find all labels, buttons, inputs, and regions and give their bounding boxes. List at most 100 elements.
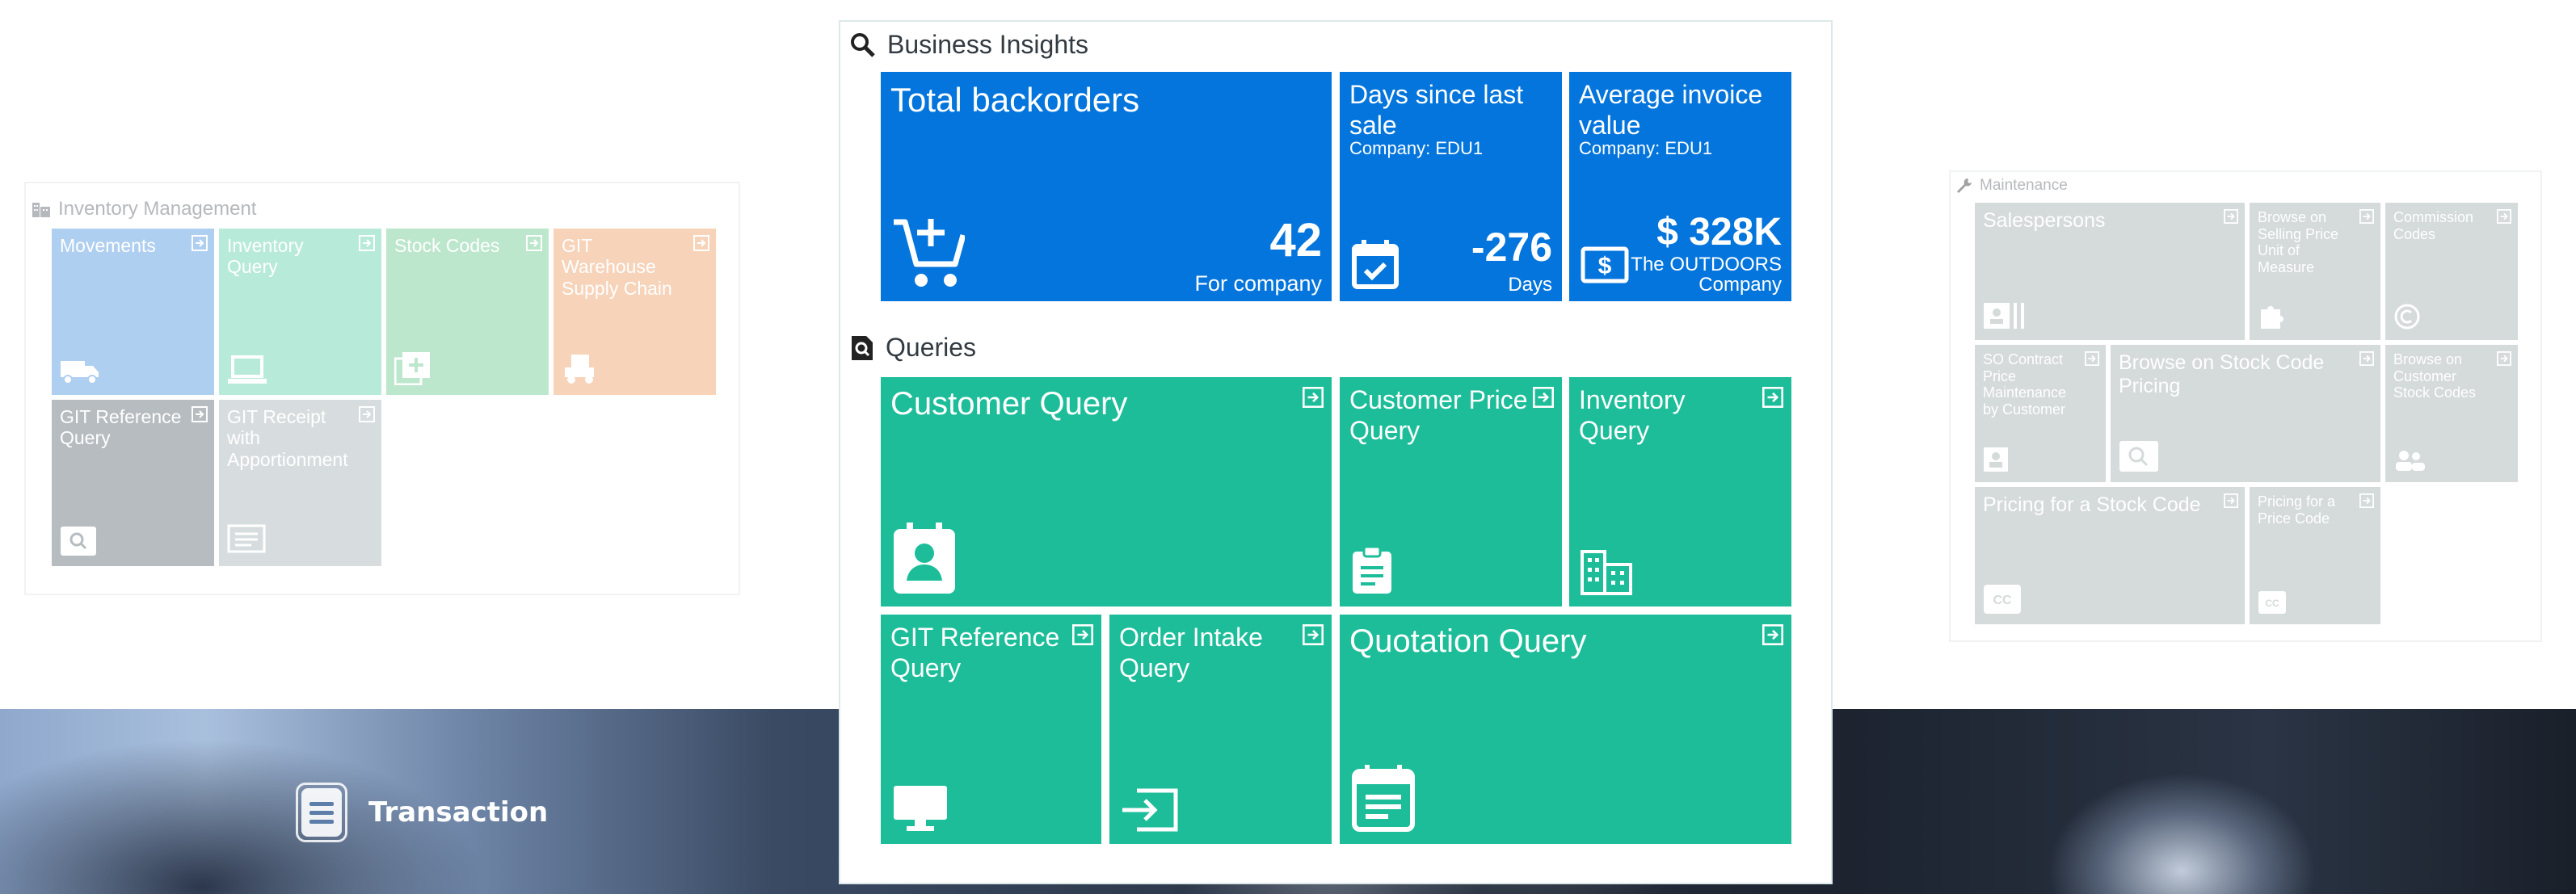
business-insights-header: Business Insights: [850, 30, 1088, 60]
tile-label: Customer Query: [890, 386, 1128, 422]
tile-label: GIT Receipt with Apportionment: [227, 406, 348, 470]
tile-label: Browse on Customer Stock Codes: [2393, 351, 2477, 401]
tile-label: Browse on Stock Code Pricing: [2119, 351, 2325, 397]
section-title: Queries: [886, 333, 977, 362]
tile-browse-selling-price[interactable]: Browse on Selling Price Unit of Measure: [2250, 203, 2380, 340]
launch-icon: [2359, 209, 2374, 224]
tile-label: Customer Price Query: [1349, 385, 1528, 445]
tile-label: GIT Reference Query: [890, 623, 1060, 682]
tile-label: Stock Codes: [394, 235, 500, 256]
tile-salespersons[interactable]: Salespersons: [1975, 203, 2245, 340]
panel-title: Maintenance: [1980, 177, 2068, 194]
document-icon: [227, 524, 266, 553]
tile-quotation-query[interactable]: Quotation Query: [1340, 615, 1791, 844]
launch-icon: [1533, 387, 1554, 408]
tile-subtitle: Company: EDU1: [1349, 138, 1484, 158]
tile-caption: For company: [1194, 271, 1322, 296]
launch-icon: [2085, 351, 2099, 366]
panel-title: Inventory Management: [58, 198, 257, 220]
tile-git-warehouse[interactable]: GIT Warehouse Supply Chain: [554, 229, 716, 395]
launch-icon: [1072, 624, 1093, 645]
launch-icon: [359, 235, 375, 251]
tile-caption: Days: [1508, 273, 1552, 296]
add-copy-icon: [394, 352, 430, 385]
building-icon: [32, 203, 50, 217]
inventory-management-panel: Inventory Management Movements Inventory…: [24, 182, 740, 595]
transaction-label: Transaction: [368, 796, 549, 829]
tile-inventory-query[interactable]: Inventory Query: [219, 229, 381, 395]
tile-caption: The OUTDOORS Company: [1631, 253, 1782, 296]
search-icon: [61, 527, 96, 556]
contact-card-icon: [894, 523, 955, 594]
launch-icon: [192, 235, 208, 251]
launch-icon: [526, 235, 542, 251]
tile-commission-codes[interactable]: Commission Codes: [2385, 203, 2518, 340]
launch-icon: [693, 235, 709, 251]
maintenance-panel: Maintenance Salespersons Browse on Selli…: [1949, 170, 2542, 642]
tile-label: Pricing for a Price Code: [2258, 493, 2336, 527]
tile-inventory-query[interactable]: Inventory Query: [1569, 377, 1791, 606]
svg-text:CC: CC: [1993, 594, 2012, 607]
document-list-icon: [296, 783, 347, 842]
tile-label: Average invoice value: [1579, 80, 1763, 140]
puzzle-icon: [2261, 306, 2283, 329]
tile-total-backorders[interactable]: Total backorders 42 For company: [881, 72, 1332, 301]
tile-label: SO Contract Price Maintenance by Custome…: [1983, 351, 2067, 418]
tile-customer-price-query[interactable]: Customer Price Query: [1340, 377, 1562, 606]
tile-subtitle: Company: EDU1: [1579, 138, 1713, 158]
tile-order-intake-query[interactable]: Order Intake Query: [1109, 615, 1332, 844]
tile-value: 42: [1269, 214, 1322, 267]
tile-movements[interactable]: Movements: [52, 229, 214, 395]
tile-value: $ 328K: [1656, 211, 1782, 254]
queries-header: Queries: [850, 333, 976, 363]
tile-git-reference-query[interactable]: GIT Reference Query: [52, 400, 214, 566]
search-icon: [851, 32, 875, 57]
tile-label: Inventory Query: [1579, 385, 1686, 445]
launch-icon: [192, 406, 208, 422]
panel-header: Inventory Management: [31, 198, 256, 220]
tile-label: GIT Warehouse Supply Chain: [562, 235, 672, 299]
tile-label: Order Intake Query: [1119, 623, 1263, 682]
tile-git-reference-query[interactable]: GIT Reference Query: [881, 615, 1101, 844]
tile-pricing-price-code[interactable]: Pricing for a Price Code CC: [2250, 487, 2380, 624]
calendar-note-icon: [1352, 765, 1415, 832]
launch-icon: [1303, 387, 1324, 408]
building-icon: [1581, 550, 1632, 595]
tile-average-invoice-value[interactable]: Average invoice value Company: EDU1 $ $ …: [1569, 72, 1791, 301]
tile-browse-stock-code-pricing[interactable]: Browse on Stock Code Pricing: [2111, 345, 2380, 482]
tile-browse-customer-stock-codes[interactable]: Browse on Customer Stock Codes: [2385, 345, 2518, 482]
cc-icon: CC: [1984, 585, 2021, 614]
monitor-icon: [894, 786, 947, 831]
wrench-icon: [1957, 178, 1972, 193]
launch-icon: [1762, 624, 1783, 645]
transaction-link[interactable]: Transaction: [296, 782, 548, 843]
id-card-icon: [1984, 303, 2024, 329]
tile-stock-codes[interactable]: Stock Codes: [386, 229, 549, 395]
tile-so-contract-price[interactable]: SO Contract Price Maintenance by Custome…: [1975, 345, 2106, 482]
calendar-check-icon: [1352, 240, 1399, 289]
tile-label: Commission Codes: [2393, 209, 2474, 242]
tile-label: Movements: [60, 235, 156, 256]
launch-icon: [2359, 493, 2374, 508]
tile-label: Browse on Selling Price Unit of Measure: [2258, 209, 2339, 276]
cc-icon: CC: [2258, 591, 2286, 614]
sign-in-icon: [1122, 788, 1178, 832]
tile-pricing-stock-code[interactable]: Pricing for a Stock Code CC: [1975, 487, 2245, 624]
copyright-icon: [2394, 304, 2420, 329]
clipboard-icon: [1353, 545, 1391, 594]
users-icon: [2396, 451, 2425, 471]
tile-value: -276: [1471, 225, 1552, 270]
forklift-icon: [565, 355, 594, 384]
launch-icon: [2224, 493, 2238, 508]
launch-icon: [1762, 387, 1783, 408]
tile-label: Quotation Query: [1349, 623, 1587, 659]
search-icon: [2119, 441, 2158, 472]
tile-label: Total backorders: [890, 81, 1140, 119]
tile-git-receipt[interactable]: GIT Receipt with Apportionment: [219, 400, 381, 566]
launch-icon: [1303, 624, 1324, 645]
launch-icon: [2497, 209, 2511, 224]
main-widget-panel: Business Insights Total backorders 42 Fo…: [839, 20, 1833, 884]
svg-text:CC: CC: [2265, 598, 2279, 609]
tile-customer-query[interactable]: Customer Query: [881, 377, 1332, 606]
tile-days-since-last-sale[interactable]: Days since last sale Company: EDU1 -276 …: [1340, 72, 1562, 301]
